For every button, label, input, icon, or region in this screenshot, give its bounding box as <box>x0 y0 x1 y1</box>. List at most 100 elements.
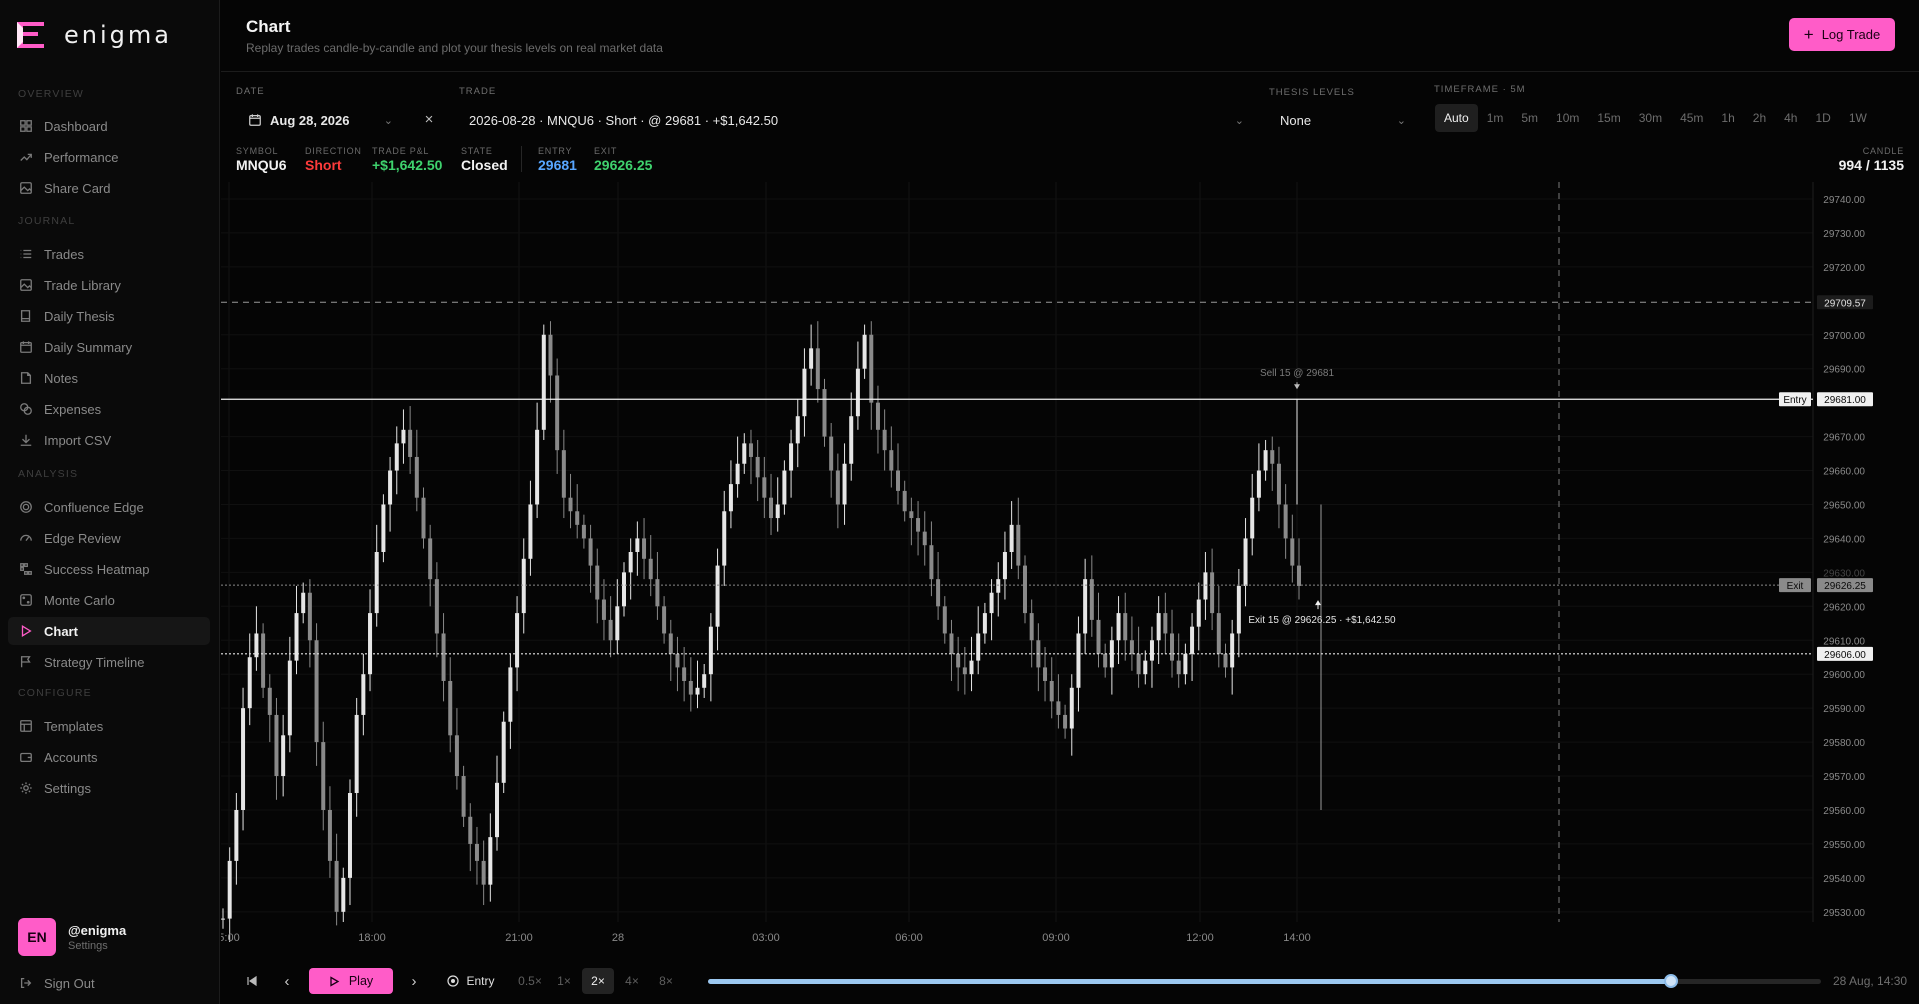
sign-out-button[interactable]: Sign Out <box>8 969 210 997</box>
image-icon <box>18 278 33 293</box>
chevron-down-icon: ⌄ <box>1234 114 1244 127</box>
slider-thumb[interactable] <box>1663 974 1678 988</box>
step-back-button[interactable]: ‹ <box>276 968 298 994</box>
candle-body <box>855 368 860 417</box>
sidebar-item-confluence-edge[interactable]: Confluence Edge <box>8 493 210 521</box>
user-settings-link[interactable]: Settings <box>68 940 126 952</box>
candle-body <box>635 538 640 552</box>
level-tag-exit: Exit <box>1787 581 1804 592</box>
logout-icon <box>18 976 33 991</box>
brand-logo[interactable]: enigma <box>14 18 172 52</box>
timeframe-1d[interactable]: 1D <box>1806 104 1839 132</box>
sidebar-item-label: Settings <box>44 780 91 796</box>
speed-0.5x[interactable]: 0.5× <box>514 968 546 994</box>
sidebar-item-settings[interactable]: Settings <box>8 774 210 802</box>
candle-body <box>1149 640 1154 661</box>
direction-value: Short <box>305 157 342 173</box>
slider-fill <box>708 979 1671 984</box>
candle-body <box>728 484 733 512</box>
timeframe-1w[interactable]: 1W <box>1840 104 1876 132</box>
candle-body <box>742 443 747 464</box>
candle-body <box>989 592 994 614</box>
level-price-label: 29606.00 <box>1824 650 1866 661</box>
timeframe-15m[interactable]: 15m <box>1588 104 1629 132</box>
skip-to-start-button[interactable] <box>239 968 265 994</box>
timeframe-45m[interactable]: 45m <box>1671 104 1712 132</box>
candlestick-chart[interactable]: 29709.57 29681.00 Entry 29626.25 Exit 29606.0… <box>221 182 1919 942</box>
timeframe-5m[interactable]: 5m <box>1512 104 1547 132</box>
candle-body <box>388 470 393 505</box>
speed-2x[interactable]: 2× <box>582 968 614 994</box>
sidebar-item-label: Performance <box>44 149 119 165</box>
sidebar-item-share-card[interactable]: Share Card <box>8 174 210 202</box>
sidebar-item-templates[interactable]: Templates <box>8 712 210 740</box>
date-picker[interactable]: Aug 28, 2026 ⌄ <box>248 110 393 130</box>
candle-body <box>287 660 292 736</box>
candle-body <box>1196 599 1201 627</box>
timeframe-auto[interactable]: Auto <box>1435 104 1478 132</box>
candle-body <box>1056 701 1061 715</box>
thesis-levels-select[interactable]: None ⌄ <box>1280 110 1406 130</box>
candle-body <box>1002 552 1007 580</box>
log-trade-button[interactable]: + Log Trade <box>1789 18 1895 51</box>
sidebar-item-daily-thesis[interactable]: Daily Thesis <box>8 302 210 330</box>
sidebar-item-performance[interactable]: Performance <box>8 143 210 171</box>
timeframe-4h[interactable]: 4h <box>1775 104 1806 132</box>
candle-body <box>1230 633 1235 668</box>
candle-body <box>1170 633 1175 661</box>
candle-body <box>434 579 439 634</box>
sidebar-item-trades[interactable]: Trades <box>8 240 210 268</box>
sidebar-item-edge-review[interactable]: Edge Review <box>8 524 210 552</box>
sidebar-item-label: Chart <box>44 623 78 639</box>
candle-body <box>588 538 593 566</box>
jump-to-entry-button[interactable]: Entry <box>441 968 501 994</box>
wallet-icon <box>18 750 33 765</box>
timeframe-1m[interactable]: 1m <box>1478 104 1513 132</box>
candle-body <box>227 860 232 919</box>
candle-body <box>642 538 647 559</box>
speed-4x[interactable]: 4× <box>616 968 648 994</box>
grid-icon <box>18 119 33 134</box>
play-button[interactable]: Play <box>309 968 393 994</box>
sidebar-item-daily-summary[interactable]: Daily Summary <box>8 333 210 361</box>
candle-body <box>334 860 339 912</box>
candle-body <box>1069 687 1074 729</box>
sidebar-item-success-heatmap[interactable]: Success Heatmap <box>8 555 210 583</box>
speed-1x[interactable]: 1× <box>548 968 580 994</box>
timeframe-10m[interactable]: 10m <box>1547 104 1588 132</box>
candle-body <box>528 504 533 559</box>
x-tick-label: 03:00 <box>752 932 780 942</box>
sidebar-item-accounts[interactable]: Accounts <box>8 743 210 771</box>
timeframe-2h[interactable]: 2h <box>1744 104 1775 132</box>
candle-body <box>829 436 834 471</box>
sidebar-item-dashboard[interactable]: Dashboard <box>8 112 210 140</box>
y-tick-label: 29590.00 <box>1823 704 1865 715</box>
replay-progress-slider[interactable] <box>708 974 1821 988</box>
candle-body <box>541 334 546 430</box>
page-title: Chart <box>246 17 291 36</box>
sidebar-item-notes[interactable]: Notes <box>8 364 210 392</box>
candle-body <box>815 348 820 390</box>
chevron-down-icon: ⌄ <box>1396 114 1406 127</box>
clear-date-button[interactable]: × <box>420 109 438 129</box>
sidebar-item-import-csv[interactable]: Import CSV <box>8 426 210 454</box>
candle-body <box>849 416 854 464</box>
sidebar-item-monte-carlo[interactable]: Monte Carlo <box>8 586 210 614</box>
timeframe-30m[interactable]: 30m <box>1630 104 1671 132</box>
timeframe-1h[interactable]: 1h <box>1712 104 1743 132</box>
page-header: Chart Replay trades candle-by-candle and… <box>221 0 1919 72</box>
timeframe-selector: Auto 1m 5m 10m 15m 30m 45m 1h 2h 4h 1D 1W <box>1435 103 1876 133</box>
candle-body <box>1290 538 1295 566</box>
sidebar-item-trade-library[interactable]: Trade Library <box>8 271 210 299</box>
speed-8x[interactable]: 8× <box>650 968 682 994</box>
sidebar-item-expenses[interactable]: Expenses <box>8 395 210 423</box>
brand-name: enigma <box>64 21 172 49</box>
step-forward-button[interactable]: › <box>403 968 425 994</box>
sidebar-item-chart[interactable]: Chart <box>8 617 210 645</box>
sidebar-item-strategy-timeline[interactable]: Strategy Timeline <box>8 648 210 676</box>
candle-body <box>942 606 947 634</box>
user-profile[interactable]: EN @enigma Settings <box>18 918 126 956</box>
candle-body <box>936 579 941 607</box>
download-icon <box>18 433 33 448</box>
trade-select[interactable]: 2026-08-28 · MNQU6 · Short · @ 29681 · +… <box>469 110 1244 130</box>
